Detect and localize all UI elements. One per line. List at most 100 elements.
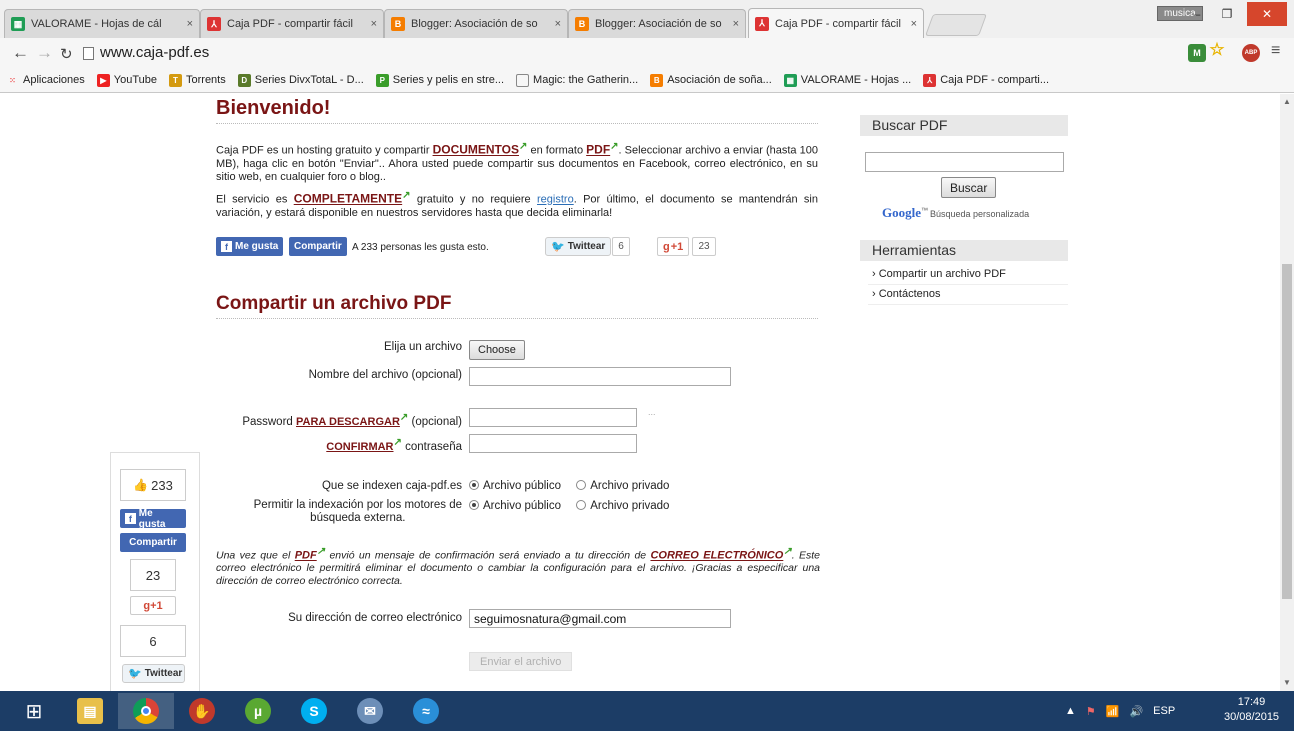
gplus-count: 23 [692, 237, 716, 256]
blogger-icon: B [391, 17, 405, 31]
password-input[interactable] [469, 408, 637, 427]
minimize-icon[interactable]: – [1182, 2, 1212, 26]
close-icon[interactable]: × [733, 18, 739, 30]
radio-selected[interactable] [469, 480, 479, 490]
chevron-right-icon: › [872, 268, 876, 280]
index-public-option[interactable]: Archivo público [469, 480, 561, 492]
start-button[interactable]: ⊞ [6, 693, 62, 729]
language-indicator[interactable]: ESP [1153, 705, 1175, 717]
bookmark-magic[interactable]: Magic: the Gatherin... [516, 73, 638, 87]
bookmark-series[interactable]: P Series y pelis en stre... [375, 73, 504, 87]
taskbar-thunderbird[interactable]: ✉ [342, 693, 398, 729]
pdf-link[interactable]: PDF [586, 143, 610, 157]
facebook-icon: f [221, 241, 232, 252]
window-close-icon[interactable]: ✕ [1247, 2, 1287, 26]
bookmark-label: Torrents [186, 74, 226, 86]
text: envió un mensaje de confirmación será en… [325, 549, 651, 562]
tab-valorame[interactable]: ▦ VALORAME - Hojas de cál × [4, 9, 200, 38]
search-button[interactable]: Buscar [941, 177, 997, 198]
twitter-icon: 🐦 [128, 668, 142, 680]
float-fb-share-button[interactable]: Compartir [120, 533, 186, 552]
taskbar-explorer[interactable]: ▤ [62, 693, 118, 729]
float-tweet-button[interactable]: 🐦 Twittear [122, 664, 185, 683]
bookmark-label: YouTube [113, 74, 157, 86]
text: gratuito y no requiere [410, 193, 538, 206]
bookmark-youtube[interactable]: ▶ YouTube [96, 73, 157, 87]
password-strength-dots: ... [648, 407, 656, 417]
scroll-down-icon[interactable]: ▼ [1283, 678, 1291, 687]
wifi-icon[interactable]: 📶 [1106, 705, 1120, 718]
restore-icon[interactable]: ❐ [1212, 2, 1242, 26]
volume-icon[interactable]: 🔊 [1129, 705, 1143, 718]
external-link-icon: ↗ [316, 546, 326, 557]
radio-unselected[interactable] [576, 480, 587, 490]
para-descargar-link[interactable]: PARA DESCARGAR [296, 416, 400, 428]
bookmark-caja-pdf[interactable]: ⅄ Caja PDF - comparti... [923, 73, 1049, 87]
taskbar-chrome[interactable] [118, 693, 174, 729]
bookmark-valorame[interactable]: ▦ VALORAME - Hojas ... [783, 73, 911, 87]
bookmarks-bar: ⁙ Aplicaciones ▶ YouTube T Torrents D Series… [0, 68, 1294, 93]
back-icon[interactable]: ← [12, 43, 29, 63]
submit-button[interactable]: Enviar el archivo [469, 652, 573, 671]
pdf-link[interactable]: PDF [295, 550, 317, 562]
close-icon[interactable]: × [555, 18, 561, 30]
bookmark-divx[interactable]: D Series DivxTotaL - D... [237, 73, 364, 87]
reload-icon[interactable]: ↻ [60, 45, 73, 63]
registro-link[interactable]: registro [537, 194, 574, 206]
close-icon[interactable]: × [911, 18, 917, 30]
bookmark-asociacion[interactable]: B Asociación de soña... [650, 73, 772, 87]
correo-electronico-link[interactable]: CORREO ELECTRÓNICO [650, 550, 783, 562]
radio-unselected[interactable] [576, 500, 587, 510]
filename-input[interactable] [469, 367, 731, 386]
forward-icon[interactable]: → [36, 43, 53, 63]
index-private-option[interactable]: Archivo privado [576, 480, 669, 492]
tool-link-contact[interactable]: › Contáctenos [872, 288, 941, 300]
gplus-button[interactable]: g +1 [657, 237, 690, 256]
tool-link-share-pdf[interactable]: › Compartir un archivo PDF [872, 268, 1006, 280]
tab-caja-pdf-active[interactable]: ⅄ Caja PDF - compartir fácil × [748, 8, 924, 38]
tab-strip: ▦ VALORAME - Hojas de cál × ⅄ Caja PDF -… [0, 0, 1294, 38]
taskbar-utorrent[interactable]: µ [230, 693, 286, 729]
utorrent-icon: µ [245, 698, 271, 724]
confirm-password-input[interactable] [469, 434, 637, 453]
show-hidden-icons[interactable]: ▲ [1065, 705, 1076, 717]
scroll-up-icon[interactable]: ▲ [1283, 97, 1291, 106]
address-bar[interactable]: www.caja-pdf.es [100, 44, 209, 61]
text: Password [242, 415, 296, 428]
email-input[interactable] [469, 609, 731, 628]
tab-title: Caja PDF - compartir fácil [227, 18, 353, 30]
float-gplus-button[interactable]: g +1 [130, 596, 176, 615]
taskbar-app[interactable]: ≈ [398, 693, 454, 729]
fb-share-button[interactable]: Compartir [289, 237, 347, 256]
bookmark-torrents[interactable]: T Torrents [169, 73, 226, 87]
wave-icon: ≈ [413, 698, 439, 724]
adblock-icon[interactable]: ABP [1242, 44, 1260, 62]
bookmark-apps[interactable]: ⁙ Aplicaciones [6, 74, 85, 87]
tab-caja-pdf-1[interactable]: ⅄ Caja PDF - compartir fácil × [200, 9, 384, 38]
taskbar-skype[interactable]: S [286, 693, 342, 729]
engine-public-option[interactable]: Archivo público [469, 500, 561, 512]
float-fb-like-button[interactable]: f Me gusta [120, 508, 186, 530]
tweet-button[interactable]: 🐦 Twittear [545, 237, 612, 256]
engine-private-option[interactable]: Archivo privado [576, 500, 669, 512]
network-warning-icon[interactable]: ⚑ [1086, 705, 1096, 718]
menu-icon[interactable]: ≡ [1271, 42, 1280, 60]
new-tab-button[interactable] [924, 14, 988, 36]
page-scrollbar[interactable]: ▲ ▼ [1280, 94, 1294, 691]
tab-blogger-2[interactable]: B Blogger: Asociación de so × [568, 9, 746, 38]
scroll-thumb[interactable] [1282, 264, 1292, 599]
fb-like-button[interactable]: f Me gusta [216, 237, 284, 256]
close-icon[interactable]: × [187, 18, 193, 30]
radio-selected[interactable] [469, 500, 479, 510]
extension-m-icon[interactable]: M [1188, 44, 1206, 62]
bookmark-star-icon[interactable]: ☆ [1208, 40, 1226, 59]
documentos-link[interactable]: DOCUMENTOS [433, 143, 519, 157]
completamente-link[interactable]: COMPLETAMENTE [294, 192, 402, 206]
clock[interactable]: 17:49 30/08/2015 [1224, 695, 1279, 725]
confirmar-link[interactable]: CONFIRMAR [326, 441, 393, 453]
close-icon[interactable]: × [371, 18, 377, 30]
tab-blogger-1[interactable]: B Blogger: Asociación de so × [384, 9, 568, 38]
choose-file-button[interactable]: Choose [469, 340, 525, 360]
search-input[interactable] [865, 152, 1064, 172]
taskbar-hand-app[interactable]: ✋ [174, 693, 230, 729]
